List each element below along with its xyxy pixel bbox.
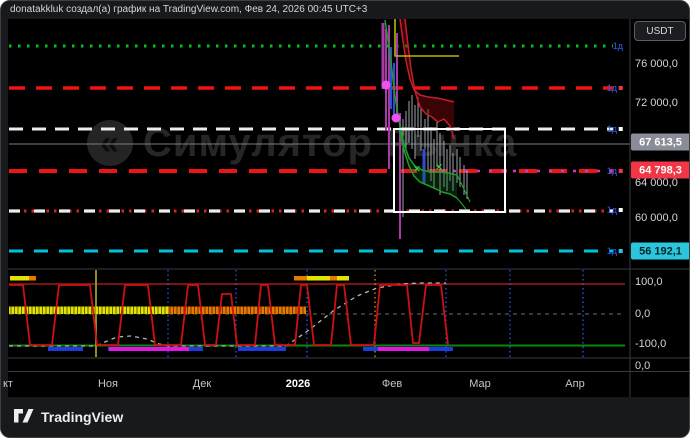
green-x-marker: ✕ xyxy=(413,164,421,174)
bottom-signal-bar xyxy=(238,347,286,351)
chart-canvas[interactable]: ✕✕ xyxy=(1,1,690,438)
green-x-marker: ✕ xyxy=(435,162,443,172)
top-signal-bar xyxy=(10,276,29,281)
bottom-bar: TradingView xyxy=(1,397,689,437)
magenta-signal-dot xyxy=(382,81,391,90)
tradingview-window: « Симулятор Рынка ✕✕ 76 000,072 000,064 … xyxy=(0,0,690,438)
oscillator-main-line xyxy=(9,285,448,345)
top-signal-bar xyxy=(337,276,349,281)
top-signal-bar xyxy=(307,276,330,281)
top-signal-bar xyxy=(29,276,36,281)
tradingview-logo-icon xyxy=(14,409,34,425)
currency-toggle-button[interactable]: USDT xyxy=(634,21,686,41)
bottom-signal-bar xyxy=(378,347,429,351)
bottom-signal-bar xyxy=(109,347,189,351)
bottom-signal-bar xyxy=(48,347,83,351)
tradingview-logo[interactable]: TradingView xyxy=(14,409,123,425)
top-signal-bar xyxy=(294,276,307,281)
tradingview-logo-text: TradingView xyxy=(41,409,123,425)
magenta-signal-dot xyxy=(392,114,401,123)
top-signal-bar xyxy=(330,276,337,281)
green-band-tail xyxy=(457,198,466,209)
